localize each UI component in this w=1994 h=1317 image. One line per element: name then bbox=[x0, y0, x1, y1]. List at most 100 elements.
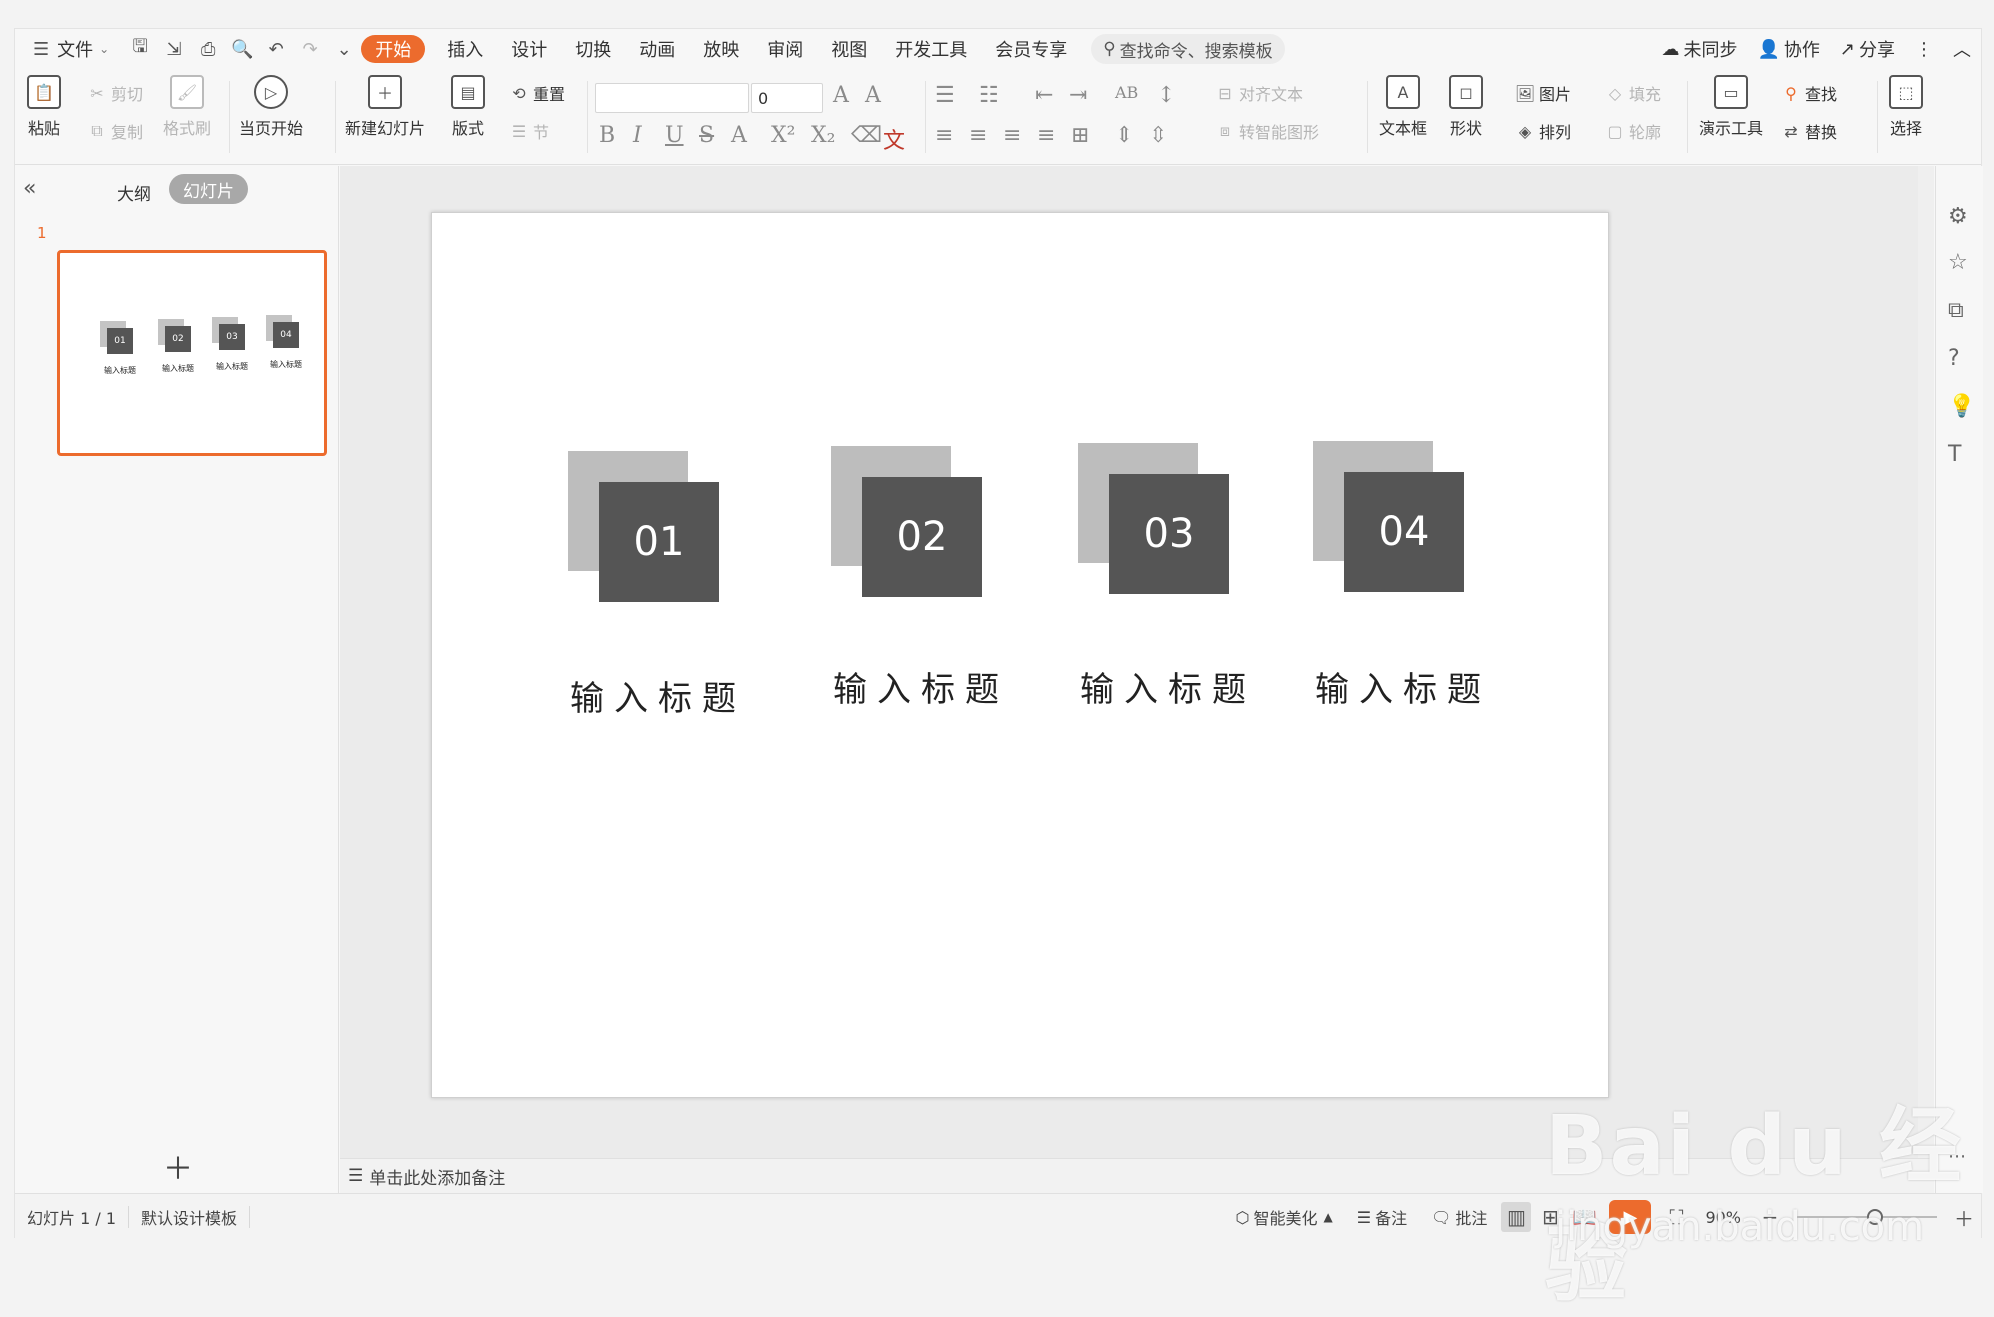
customize-toolbar-icon[interactable]: ⌄ bbox=[327, 35, 361, 63]
text-icon[interactable]: T bbox=[1948, 442, 1961, 467]
presenter-tools-button[interactable]: ▭ 演示工具 bbox=[1699, 75, 1763, 139]
bullet-list-icon[interactable]: ☰ bbox=[935, 83, 955, 108]
justify-icon[interactable]: ≡ bbox=[1037, 123, 1055, 148]
tab-member[interactable]: 会员专享 bbox=[981, 35, 1081, 63]
layout-button[interactable]: ▤ 版式 bbox=[451, 75, 485, 139]
superscript-icon[interactable]: X² bbox=[771, 123, 795, 148]
item-title-1[interactable]: 输入标题 bbox=[558, 671, 758, 720]
shape-button[interactable]: ◻ 形状 bbox=[1449, 75, 1483, 139]
slide-thumbnail[interactable]: 01 输入标题 02 输入标题 03 输入标题 04 输入标题 bbox=[57, 250, 327, 456]
italic-icon[interactable]: I bbox=[633, 123, 642, 148]
redo-icon[interactable]: ↷ bbox=[293, 35, 327, 63]
add-slide-icon[interactable]: ＋ bbox=[163, 1144, 193, 1188]
font-size-select[interactable]: 0 bbox=[751, 83, 823, 113]
select-button[interactable]: ⬚ 选择 bbox=[1889, 75, 1923, 139]
number-square-1[interactable]: 01 bbox=[599, 482, 719, 602]
decrease-indent-icon[interactable]: ⇤ bbox=[1035, 83, 1053, 108]
file-menu[interactable]: ☰ 文件 ⌄ bbox=[15, 35, 123, 63]
increase-font-icon[interactable]: A bbox=[833, 83, 849, 108]
outline-button[interactable]: ▢ 轮廓 bbox=[1605, 119, 1661, 143]
numbered-list-icon[interactable]: ☷ bbox=[979, 83, 999, 108]
strikethrough-icon[interactable]: S bbox=[699, 123, 714, 148]
clear-format-icon[interactable]: ⌫ bbox=[851, 123, 882, 148]
number-square-3[interactable]: 03 bbox=[1109, 474, 1229, 594]
line-spacing-icon[interactable]: ↕ bbox=[1157, 83, 1175, 108]
collaborate-button[interactable]: 👤 协作 bbox=[1747, 35, 1829, 63]
cut-button[interactable]: ✂ 剪切 bbox=[87, 81, 143, 105]
text-direction-icon[interactable]: AB bbox=[1115, 83, 1138, 102]
collapse-panel-icon[interactable]: « bbox=[23, 176, 36, 201]
tab-outline[interactable]: 大纲 bbox=[117, 180, 151, 205]
print-preview-icon[interactable]: 🔍 bbox=[225, 35, 259, 63]
vertical-scrollbar[interactable] bbox=[1918, 166, 1934, 1158]
sync-status-button[interactable]: ☁ 未同步 bbox=[1651, 35, 1747, 63]
tab-view[interactable]: 视图 bbox=[817, 35, 881, 63]
tab-design[interactable]: 设计 bbox=[497, 35, 561, 63]
paste-button[interactable]: 📋 粘贴 bbox=[27, 75, 61, 139]
paragraph-spacing-icon[interactable]: ⇕ bbox=[1115, 123, 1133, 148]
tab-insert[interactable]: 插入 bbox=[433, 35, 497, 63]
slide-canvas[interactable]: 01 输入标题 02 输入标题 03 输入标题 04 输入标题 bbox=[431, 212, 1609, 1098]
increase-indent-icon[interactable]: ⇥ bbox=[1069, 83, 1087, 108]
notes-toggle-label: 备注 bbox=[1375, 1209, 1408, 1228]
font-color-icon[interactable]: A bbox=[731, 123, 747, 148]
textbox-button[interactable]: A 文本框 bbox=[1379, 75, 1427, 139]
align-center-icon[interactable]: ≡ bbox=[969, 123, 987, 148]
tab-developer[interactable]: 开发工具 bbox=[881, 35, 981, 63]
item-title-4[interactable]: 输入标题 bbox=[1303, 662, 1503, 711]
convert-smartart-button[interactable]: ⧈ 转智能图形 bbox=[1215, 119, 1319, 143]
template-name[interactable]: 默认设计模板 bbox=[129, 1205, 249, 1229]
number-square-2[interactable]: 02 bbox=[862, 477, 982, 597]
replace-button[interactable]: ⇄ 替换 bbox=[1781, 119, 1837, 143]
play-icon: ▷ bbox=[254, 75, 288, 109]
star-icon[interactable]: ☆ bbox=[1948, 250, 1968, 275]
comments-button[interactable]: 🗨 批注 bbox=[1419, 1205, 1499, 1229]
tab-home[interactable]: 开始 bbox=[361, 35, 426, 63]
picture-button[interactable]: 🖼 图片 bbox=[1515, 81, 1571, 105]
font-family-select[interactable] bbox=[595, 83, 749, 113]
item-title-2[interactable]: 输入标题 bbox=[821, 662, 1021, 711]
new-slide-button[interactable]: ＋ 新建幻灯片 bbox=[345, 75, 425, 139]
arrange-button[interactable]: ◈ 排列 bbox=[1515, 119, 1571, 143]
play-from-current-button[interactable]: ▷ 当页开始 bbox=[239, 75, 303, 139]
copy-button[interactable]: ⧉ 复制 bbox=[87, 119, 143, 143]
align-text-button[interactable]: ⊟ 对齐文本 bbox=[1215, 81, 1303, 105]
format-painter-button[interactable]: 🖌 格式刷 bbox=[163, 75, 211, 139]
normal-view-icon[interactable]: ▥ bbox=[1501, 1202, 1532, 1232]
find-button[interactable]: ⚲ 查找 bbox=[1781, 81, 1837, 105]
notes-toggle-button[interactable]: ☰ 备注 bbox=[1345, 1205, 1419, 1229]
settings-sliders-icon[interactable]: ⚙ bbox=[1948, 204, 1968, 229]
number-square-4[interactable]: 04 bbox=[1344, 472, 1464, 592]
share-button[interactable]: ↗ 分享 bbox=[1830, 35, 1905, 63]
beautify-button[interactable]: ⬡ 智能美化 ▲ bbox=[1224, 1205, 1345, 1229]
slide-thumbnail-number: 1 bbox=[37, 224, 47, 242]
tab-slides[interactable]: 幻灯片 bbox=[169, 174, 248, 204]
lightbulb-icon[interactable]: 💡 bbox=[1948, 394, 1975, 419]
command-search[interactable]: ⚲ 查找命令、搜索模板 bbox=[1091, 34, 1285, 64]
undo-icon[interactable]: ↶ bbox=[259, 35, 293, 63]
phonetic-guide-icon[interactable]: 文 bbox=[883, 123, 905, 155]
tab-slideshow[interactable]: 放映 bbox=[689, 35, 753, 63]
item-title-3[interactable]: 输入标题 bbox=[1068, 662, 1268, 711]
tab-animations[interactable]: 动画 bbox=[625, 35, 689, 63]
subscript-icon[interactable]: X₂ bbox=[811, 123, 835, 148]
tab-review[interactable]: 审阅 bbox=[753, 35, 817, 63]
align-right-icon[interactable]: ≡ bbox=[1003, 123, 1021, 148]
section-button[interactable]: ☰ 节 bbox=[509, 119, 549, 143]
tab-transitions[interactable]: 切换 bbox=[561, 35, 625, 63]
export-icon[interactable]: ⇲ bbox=[157, 35, 191, 63]
more-options-icon[interactable]: ⋮ bbox=[1905, 35, 1943, 63]
help-icon[interactable]: ? bbox=[1948, 346, 1960, 371]
decrease-font-icon[interactable]: A bbox=[865, 83, 881, 108]
underline-icon[interactable]: U bbox=[665, 123, 684, 148]
reset-button[interactable]: ⟲ 重置 bbox=[509, 81, 565, 105]
fill-button[interactable]: ◇ 填充 bbox=[1605, 81, 1661, 105]
save-icon[interactable]: 🖫 bbox=[123, 35, 157, 63]
align-left-icon[interactable]: ≡ bbox=[935, 123, 953, 148]
column-icon[interactable]: ⇳ bbox=[1149, 123, 1167, 148]
copy-layers-icon[interactable]: ⧉ bbox=[1948, 298, 1964, 323]
distribute-icon[interactable]: ⊞ bbox=[1071, 123, 1089, 148]
collapse-ribbon-icon[interactable]: ︿ bbox=[1943, 35, 1981, 63]
print-icon[interactable]: ⎙ bbox=[191, 35, 225, 63]
bold-icon[interactable]: B bbox=[599, 123, 615, 148]
